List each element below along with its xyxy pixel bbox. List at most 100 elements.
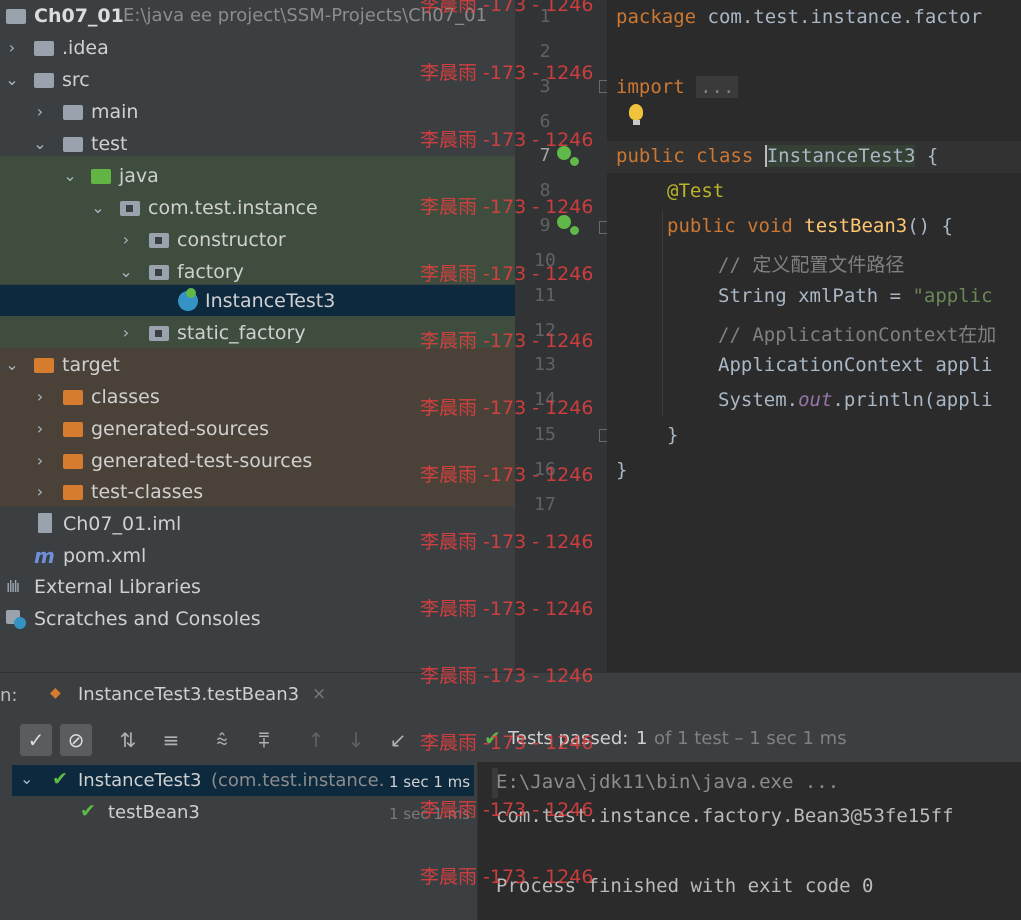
test-method-time: 1 sec 1 ms — [389, 805, 471, 823]
tree-item-main[interactable]: › main — [0, 96, 515, 128]
close-icon[interactable]: × — [312, 684, 326, 704]
tree-item-test-classes[interactable]: › test-classes — [0, 476, 515, 508]
line-number: 13 — [534, 354, 556, 375]
previous-failed-icon[interactable]: ↑ — [300, 724, 332, 756]
file-icon — [38, 513, 52, 533]
package-icon — [149, 265, 169, 280]
tree-item-external-libraries[interactable]: ılılı External Libraries — [0, 571, 515, 603]
test-results-tree: ⌄ ✔ InstanceTest3 (com.test.instance. 1 … — [0, 762, 478, 920]
code-token: "applic — [912, 285, 993, 307]
test-class-package: (com.test.instance. — [211, 770, 385, 791]
indent-guide — [662, 211, 663, 416]
code-editor[interactable]: package com.test.instance.factor import … — [607, 0, 1021, 672]
junit-icon: ◆ — [50, 685, 61, 701]
chevron-right-icon[interactable]: › — [32, 445, 48, 477]
run-check-icon — [569, 225, 580, 236]
tree-item-scratches[interactable]: Scratches and Consoles — [0, 603, 515, 635]
chevron-down-icon[interactable]: ⌄ — [90, 192, 106, 224]
tree-item-factory[interactable]: ⌄ factory — [0, 256, 515, 288]
code-token: .println(appli — [832, 389, 993, 411]
folder-icon — [63, 105, 83, 120]
line-number: 1 — [539, 6, 551, 27]
code-token: () { — [907, 215, 953, 237]
code-token: out — [798, 389, 833, 411]
sort-duration-icon[interactable]: ≡ — [155, 724, 187, 756]
tree-item-static-factory[interactable]: › static_factory — [0, 317, 515, 349]
package-icon — [149, 233, 169, 248]
chevron-right-icon[interactable]: › — [32, 96, 48, 128]
line-number: 16 — [534, 459, 556, 480]
code-line-7: public class InstanceTest3 { — [616, 145, 938, 167]
test-class-row[interactable]: ⌄ ✔ InstanceTest3 (com.test.instance. 1 … — [12, 765, 474, 796]
tree-item-java[interactable]: ⌄ java — [0, 160, 515, 192]
chevron-right-icon[interactable]: › — [32, 476, 48, 508]
show-passed-icon[interactable]: ✓ — [20, 724, 52, 756]
chevron-right-icon[interactable]: › — [32, 381, 48, 413]
tree-item-package[interactable]: ⌄ com.test.instance — [0, 192, 515, 224]
passed-check-icon: ✔ — [80, 800, 96, 822]
line-number: 15 — [534, 424, 556, 445]
chevron-down-icon[interactable]: ⌄ — [32, 128, 48, 160]
tree-label: static_factory — [177, 322, 306, 344]
clock-icon — [14, 617, 26, 629]
code-token: public void — [667, 215, 805, 237]
console-output[interactable]: E:\Java\jdk11\bin\java.exe ... com.test.… — [478, 762, 1021, 920]
tree-label: generated-sources — [91, 418, 269, 440]
console-line: Process finished with exit code 0 — [496, 875, 874, 897]
tree-label: InstanceTest3 — [205, 290, 336, 312]
tree-root[interactable]: Ch07_01 E:\java ee project\SSM-Projects\… — [0, 0, 515, 32]
chevron-down-icon[interactable]: ⌄ — [4, 349, 20, 381]
passed-check-icon: ✔ — [484, 726, 501, 750]
package-icon — [120, 201, 140, 216]
tree-item-generated-test-sources[interactable]: › generated-test-sources — [0, 445, 515, 477]
chevron-down-icon[interactable]: ⌄ — [62, 160, 78, 192]
run-check-icon — [569, 156, 580, 167]
next-failed-icon[interactable]: ↓ — [340, 724, 372, 756]
test-folder-icon — [91, 169, 111, 184]
tree-item-generated-sources[interactable]: › generated-sources — [0, 413, 515, 445]
chevron-right-icon[interactable]: › — [118, 317, 134, 349]
tree-label: .idea — [62, 37, 109, 59]
chevron-right-icon[interactable]: › — [118, 224, 134, 256]
show-ignored-icon[interactable]: ⊘ — [60, 724, 92, 756]
chevron-down-icon[interactable]: ⌄ — [118, 256, 134, 288]
collapse-all-icon[interactable]: ⩱ — [248, 724, 280, 756]
line-number: 14 — [534, 389, 556, 410]
excluded-folder-icon — [34, 358, 54, 373]
code-line-10: // 定义配置文件路径 — [718, 254, 905, 276]
tree-item-instancetest3[interactable]: InstanceTest3 — [0, 285, 515, 316]
line-number: 8 — [539, 180, 551, 201]
chevron-right-icon[interactable]: › — [4, 32, 20, 64]
import-tests-icon[interactable]: ↙ — [382, 724, 414, 756]
tree-item-target[interactable]: ⌄ target — [0, 349, 515, 381]
code-line-15: } — [667, 424, 679, 446]
sort-alpha-icon[interactable]: ⇅ — [112, 724, 144, 756]
console-line: com.test.instance.factory.Bean3@53fe15ff — [496, 805, 954, 827]
tree-item-constructor[interactable]: › constructor — [0, 224, 515, 256]
tree-item-idea[interactable]: › .idea — [0, 32, 515, 64]
test-method-row[interactable]: ✔ testBean3 1 sec 1 ms — [12, 797, 474, 828]
tree-item-src[interactable]: ⌄ src — [0, 64, 515, 96]
chevron-down-icon[interactable]: ⌄ — [4, 64, 20, 96]
tree-label: factory — [177, 261, 244, 283]
folder-icon — [34, 73, 54, 88]
test-class-name: InstanceTest3 — [78, 770, 202, 791]
tree-item-classes[interactable]: › classes — [0, 381, 515, 413]
tree-label: generated-test-sources — [91, 450, 313, 472]
chevron-down-icon[interactable]: ⌄ — [20, 769, 33, 788]
tree-item-iml[interactable]: Ch07_01.iml — [0, 508, 515, 540]
run-tab[interactable]: ◆ InstanceTest3.testBean3 × — [30, 673, 342, 720]
code-line-8: @Test — [667, 180, 724, 202]
passed-check-icon: ✔ — [52, 768, 68, 790]
module-icon — [6, 9, 26, 24]
chevron-right-icon[interactable]: › — [32, 413, 48, 445]
expand-all-icon[interactable]: ⩯ — [206, 724, 238, 756]
line-number: 11 — [534, 285, 556, 306]
tree-item-pom[interactable]: m pom.xml — [0, 540, 515, 572]
code-line-13: ApplicationContext appli — [718, 354, 993, 376]
lightbulb-icon[interactable] — [629, 104, 643, 120]
code-line-11: String xmlPath = "applic — [718, 285, 993, 307]
tree-item-test[interactable]: ⌄ test — [0, 128, 515, 160]
code-token: String xmlPath = — [718, 285, 913, 307]
fold-placeholder[interactable]: ... — [696, 76, 739, 98]
